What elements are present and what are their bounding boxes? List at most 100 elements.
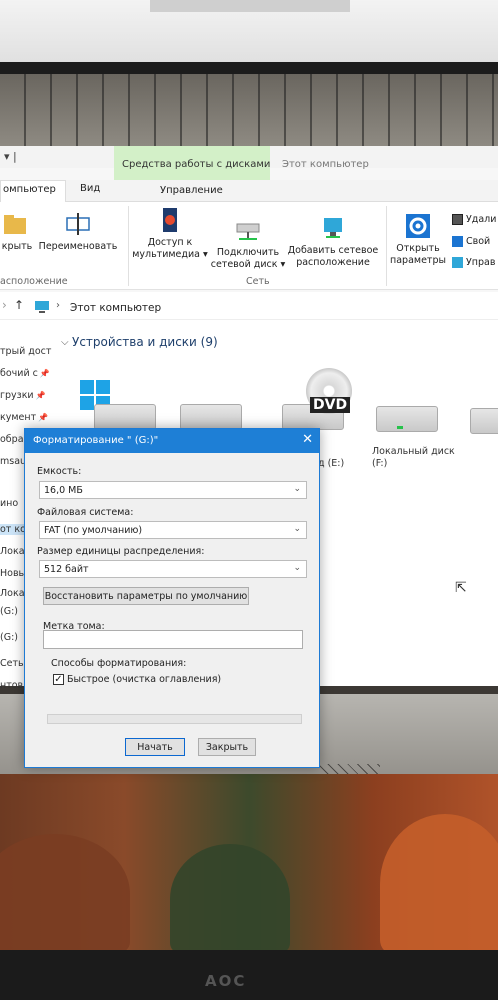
nav-item-documents[interactable]: кумент 📌 [0,412,48,423]
contextual-tab-title: Средства работы с дисками [122,159,271,170]
restore-defaults-button[interactable]: Восстановить параметры по умолчанию [43,587,249,605]
filesystem-select[interactable]: FAT (по умолчанию) ⌄ [39,521,307,539]
format-options-label: Способы форматирования: [51,658,187,669]
map-network-drive-button[interactable]: Подключить сетевой диск ▾ [208,216,288,271]
drive-c-icon[interactable] [94,404,156,430]
nav-item-drive-g[interactable]: (G:) [0,632,18,643]
monitor-bezel-bottom [0,950,498,1000]
nav-item-label: ино [0,498,19,509]
mouse-cursor-icon: ⇱ [455,580,467,596]
dvd-label: DVD [310,397,351,413]
gear-icon [406,214,430,238]
nav-item-quick-access[interactable]: трый дост [0,346,51,357]
drive-f-icon[interactable] [376,406,438,432]
filesystem-label: Файловая система: [37,507,134,518]
chevron-down-icon: ⌄ [293,524,301,534]
nav-item-drive-g[interactable]: (G:) [0,606,18,617]
tab-computer[interactable]: омпьютер [0,180,66,202]
open-label: крыть [1,241,33,252]
nav-item-desktop[interactable]: бочий с 📌 [0,368,50,379]
open-settings-label-1: Открыть [396,243,440,254]
capacity-label: Емкость: [37,466,82,477]
nav-item-pictures[interactable]: обра [0,434,24,445]
nav-item-network[interactable]: Сеть [0,658,24,669]
chevron-down-icon[interactable]: ⌵ [61,337,69,348]
close-icon[interactable]: ✕ [302,432,313,447]
network-location-icon [324,218,342,238]
drive-d-icon[interactable] [180,404,242,430]
pin-icon: 📌 [39,369,50,378]
chevron-down-icon: ⌄ [293,484,301,494]
wallpaper-tree [380,814,498,952]
tab-manage[interactable]: Управление [160,185,223,196]
close-button[interactable]: Закрыть [198,738,256,756]
uninstall-label: Удали [466,214,497,225]
rename-label: Переименовать [38,241,118,252]
volume-label-input[interactable] [43,630,303,649]
quick-format-label[interactable]: Быстрое (очистка оглавления) [67,674,221,685]
media-access-button[interactable]: Доступ к мультимедиа ▾ [130,206,210,261]
nav-item-label: бочий с [0,368,38,379]
tab-view[interactable]: Вид [80,183,100,194]
rename-icon [66,213,90,235]
ribbon-tabs [0,180,498,202]
drive-e-label: д (E:) [318,458,345,469]
allocation-unit-select[interactable]: 512 байт ⌄ [39,560,307,578]
breadcrumb-this-pc[interactable]: Этот компьютер [70,302,161,314]
nav-item-label: обра [0,434,24,445]
dialog-title: Форматирование " (G:)" [33,435,159,446]
nav-item-downloads[interactable]: грузки 📌 [0,390,46,401]
rename-button[interactable]: Переименовать [36,210,120,253]
pin-icon: 📌 [38,413,49,422]
quick-access-icons[interactable]: ▾ | [4,150,17,163]
filesystem-value: FAT (по умолчанию) [44,525,143,536]
monitor-bezel-top [0,62,498,74]
media-access-label-2: мультимедиа ▾ [132,249,208,260]
drive-f-label[interactable]: Локальный диск (F:) [372,446,455,470]
up-arrow-icon[interactable]: ↑ [14,298,24,312]
network-drive-icon [236,223,260,240]
pin-icon: 📌 [35,391,46,400]
nav-item-label: кумент [0,412,37,423]
add-network-location-button[interactable]: Добавить сетевое расположение [286,214,380,269]
nav-item-video[interactable]: ино [0,498,18,509]
media-access-label-1: Доступ к [147,237,193,248]
open-settings-label-2: параметры [390,255,446,266]
chevron-down-icon: ⌄ [293,563,301,573]
add-location-label-2: расположение [296,257,370,268]
drive-f-letter: (F:) [372,458,388,469]
network-group-label: Сеть [246,276,270,287]
computer-icon [452,257,463,268]
format-progress-bar [47,714,302,724]
uninstall-icon [452,214,463,225]
manage-label: Управ [466,257,496,268]
nav-item-label: трый дост [0,346,52,357]
breadcrumb-separator: › [56,300,60,311]
nav-item-label: (G:) [0,606,18,617]
uninstall-program-button[interactable]: Удали [452,214,496,226]
open-settings-button[interactable]: Открыть параметры [388,212,448,267]
back-arrow-icon[interactable]: › [2,298,7,312]
quick-format-checkbox[interactable]: ✓ [53,674,64,685]
window-title: Этот компьютер [282,159,369,170]
dialog-titlebar: Форматирование " (G:)" ✕ [25,429,319,453]
wall-detail [150,0,350,12]
manage-button[interactable]: Управ [452,257,495,269]
open-button[interactable]: крыть [0,210,34,253]
system-properties-button[interactable]: Свой [452,236,490,248]
add-location-label-1: Добавить сетевое [287,245,379,256]
folder-icon [4,215,26,234]
ribbon-separator [386,206,387,286]
map-drive-label-1: Подключить [216,247,280,258]
drive-g-icon[interactable] [470,408,498,434]
nav-item-label: (G:) [0,632,18,643]
start-button[interactable]: Начать [125,738,185,756]
ribbon-separator [128,206,129,286]
capacity-select[interactable]: 16,0 МБ ⌄ [39,481,307,499]
nav-item-msau[interactable]: msau [0,456,26,467]
nav-item-label: грузки [0,390,34,401]
allocation-unit-value: 512 байт [44,564,89,575]
check-icon [452,236,463,247]
devices-section-title[interactable]: Устройства и диски (9) [72,335,218,349]
drive-led [397,426,403,429]
